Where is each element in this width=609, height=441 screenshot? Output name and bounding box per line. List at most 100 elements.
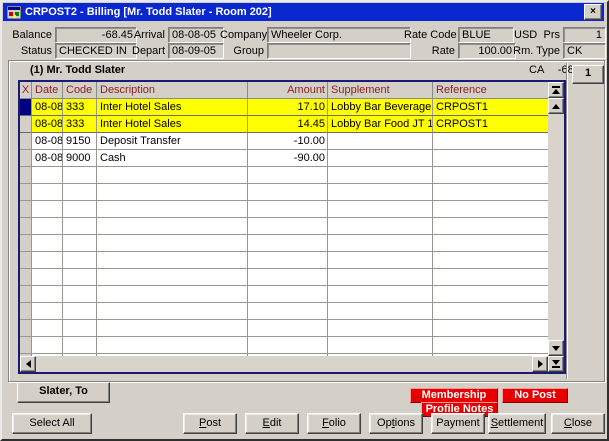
cell: 17.10 bbox=[248, 99, 328, 116]
balance-field[interactable]: -68.45 bbox=[55, 27, 137, 43]
company-field[interactable]: Wheeler Corp. bbox=[267, 27, 411, 43]
status-field[interactable]: CHECKED IN bbox=[55, 43, 137, 59]
cell bbox=[248, 269, 328, 286]
row-select-cell[interactable] bbox=[20, 167, 32, 184]
cell bbox=[248, 303, 328, 320]
cell bbox=[433, 218, 548, 235]
horizontal-scrollbar[interactable] bbox=[20, 356, 548, 372]
cell: 08-08 bbox=[32, 99, 63, 116]
table-row[interactable] bbox=[20, 320, 548, 337]
cell: 333 bbox=[63, 99, 97, 116]
cell: 08-08 bbox=[32, 133, 63, 150]
window-tabs-strip bbox=[566, 63, 603, 379]
cell bbox=[63, 201, 97, 218]
scroll-right-button[interactable] bbox=[532, 356, 548, 372]
row-select-cell[interactable] bbox=[20, 218, 32, 235]
folio-button[interactable]: Folio bbox=[307, 413, 361, 434]
table-row[interactable]: 08-089000Cash-90.00 bbox=[20, 150, 548, 167]
cell bbox=[433, 286, 548, 303]
depart-field[interactable]: 08-09-05 bbox=[168, 43, 224, 59]
scroll-up-button[interactable] bbox=[548, 98, 564, 114]
persons-field[interactable]: 1 bbox=[563, 27, 606, 43]
cell: 333 bbox=[63, 116, 97, 133]
cell bbox=[97, 201, 248, 218]
rate-code-label: Rate Code bbox=[404, 29, 455, 42]
row-select-cell[interactable] bbox=[20, 252, 32, 269]
cell bbox=[63, 320, 97, 337]
cell bbox=[328, 286, 433, 303]
scroll-down-button[interactable] bbox=[548, 340, 564, 356]
close-button[interactable]: Close bbox=[551, 413, 605, 434]
horizontal-scroll-track[interactable] bbox=[36, 356, 532, 372]
cell bbox=[63, 303, 97, 320]
edit-button[interactable]: Edit bbox=[245, 413, 299, 434]
cell bbox=[97, 337, 248, 354]
cell bbox=[63, 235, 97, 252]
select-all-button[interactable]: Select All bbox=[12, 413, 92, 434]
table-row[interactable]: 08-08333Inter Hotel Sales14.45Lobby Bar … bbox=[20, 116, 548, 133]
row-select-cell[interactable] bbox=[20, 133, 32, 150]
row-select-cell[interactable] bbox=[20, 286, 32, 303]
close-window-button[interactable]: × bbox=[584, 4, 602, 20]
scroll-to-bottom-button[interactable] bbox=[548, 356, 564, 372]
options-button[interactable]: Options bbox=[369, 413, 423, 434]
table-row[interactable] bbox=[20, 184, 548, 201]
settlement-button[interactable]: Settlement bbox=[488, 413, 546, 434]
table-row[interactable] bbox=[20, 286, 548, 303]
rate-field[interactable]: 100.00 bbox=[458, 43, 516, 59]
cell bbox=[97, 167, 248, 184]
cell bbox=[63, 252, 97, 269]
grid-header-row: XDateCodeDescriptionAmountSupplementRefe… bbox=[20, 82, 548, 99]
arrow-up-icon bbox=[552, 104, 560, 109]
post-button[interactable]: Post bbox=[183, 413, 237, 434]
row-select-cell[interactable] bbox=[20, 116, 32, 133]
row-select-cell[interactable] bbox=[20, 303, 32, 320]
scroll-left-button[interactable] bbox=[20, 356, 36, 372]
table-row[interactable]: 08-08333Inter Hotel Sales17.10Lobby Bar … bbox=[20, 99, 548, 116]
room-type-field[interactable]: CK bbox=[563, 43, 606, 59]
table-row[interactable] bbox=[20, 303, 548, 320]
table-row[interactable] bbox=[20, 201, 548, 218]
arrow-right-icon bbox=[538, 360, 543, 368]
cell bbox=[248, 167, 328, 184]
table-row[interactable]: 08-089150Deposit Transfer-10.00 bbox=[20, 133, 548, 150]
group-field[interactable] bbox=[267, 43, 411, 59]
guest-name-tab[interactable]: Slater, To bbox=[17, 382, 110, 403]
row-select-cell[interactable] bbox=[20, 320, 32, 337]
table-row[interactable] bbox=[20, 218, 548, 235]
cell bbox=[97, 235, 248, 252]
row-select-cell[interactable] bbox=[20, 269, 32, 286]
column-header-supplement: Supplement bbox=[328, 82, 433, 99]
table-row[interactable] bbox=[20, 252, 548, 269]
table-row[interactable] bbox=[20, 269, 548, 286]
cell bbox=[328, 303, 433, 320]
title-bar[interactable]: CRPOST2 - Billing [Mr. Todd Slater - Roo… bbox=[3, 3, 604, 21]
row-select-cell[interactable] bbox=[20, 235, 32, 252]
cell bbox=[328, 201, 433, 218]
vertical-scroll-track[interactable] bbox=[548, 114, 564, 340]
row-select-cell[interactable] bbox=[20, 201, 32, 218]
cell: CRPOST1 bbox=[433, 116, 548, 133]
row-select-cell[interactable] bbox=[20, 184, 32, 201]
scroll-top-icon bbox=[552, 89, 560, 94]
cell bbox=[32, 218, 63, 235]
cell bbox=[433, 252, 548, 269]
cell bbox=[63, 286, 97, 303]
row-select-cell[interactable] bbox=[20, 99, 32, 116]
table-row[interactable] bbox=[20, 337, 548, 354]
status-label: Status bbox=[8, 45, 52, 58]
vertical-scrollbar[interactable] bbox=[548, 82, 564, 356]
row-select-cell[interactable] bbox=[20, 150, 32, 167]
cell bbox=[433, 303, 548, 320]
rate-code-field[interactable]: BLUE bbox=[458, 27, 514, 43]
scroll-to-top-button[interactable] bbox=[548, 82, 564, 98]
payment-button[interactable]: Payment bbox=[431, 413, 485, 434]
row-select-cell[interactable] bbox=[20, 337, 32, 354]
folio-window-1-button[interactable]: 1 bbox=[572, 65, 604, 84]
table-row[interactable] bbox=[20, 235, 548, 252]
table-row[interactable] bbox=[20, 167, 548, 184]
cell: Lobby Bar Beverage JT 12/08 bbox=[328, 99, 433, 116]
membership-badge[interactable]: Membership bbox=[410, 388, 498, 403]
app-icon bbox=[7, 6, 21, 19]
arrival-field[interactable]: 08-08-05 bbox=[168, 27, 224, 43]
